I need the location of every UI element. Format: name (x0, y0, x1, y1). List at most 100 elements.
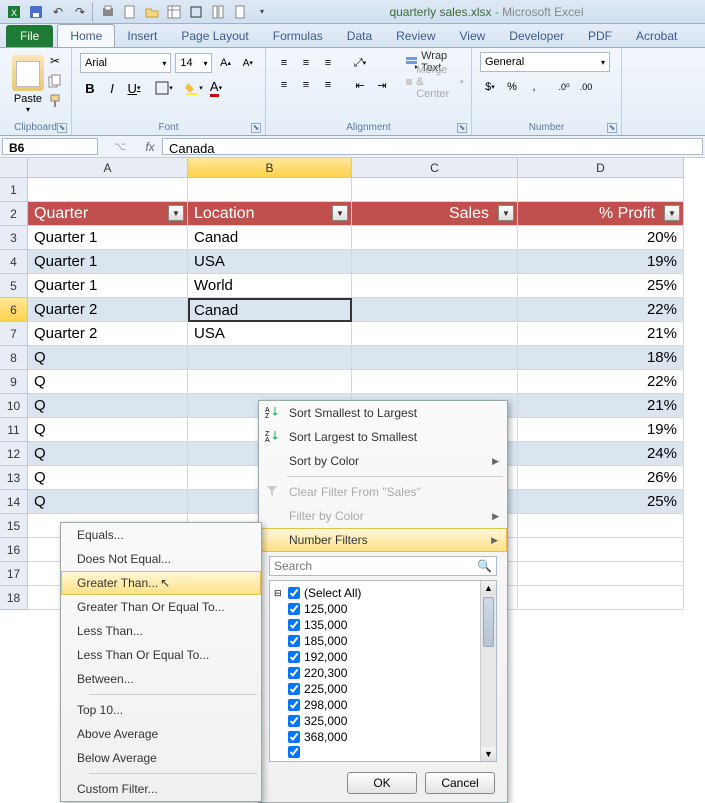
qat-dropdown-icon[interactable]: ▾ (252, 2, 272, 22)
greater-than-item[interactable]: Greater Than...↖ (61, 571, 261, 595)
check-item[interactable]: 135,000 (274, 617, 492, 633)
cell[interactable] (352, 250, 518, 274)
custom-filter-item[interactable]: Custom Filter... (61, 777, 261, 801)
number-format-select[interactable]: General▾ (480, 52, 610, 72)
fx-icon[interactable]: fx (140, 136, 160, 157)
row-header[interactable]: 12 (0, 442, 28, 466)
cell[interactable]: Quarter 1 (28, 250, 188, 274)
cell[interactable]: Q (28, 394, 188, 418)
col-header-b[interactable]: B (188, 158, 352, 178)
tab-developer[interactable]: Developer (497, 25, 576, 47)
tab-acrobat[interactable]: Acrobat (624, 25, 689, 47)
cell[interactable]: Q (28, 370, 188, 394)
check-item[interactable]: 185,000 (274, 633, 492, 649)
gte-item[interactable]: Greater Than Or Equal To... (61, 595, 261, 619)
tab-review[interactable]: Review (384, 25, 447, 47)
font-name-select[interactable]: Arial▾ (80, 53, 171, 73)
comma-icon[interactable]: , (524, 77, 544, 97)
cell[interactable] (28, 178, 188, 202)
row-header[interactable]: 4 (0, 250, 28, 274)
row-header[interactable]: 13 (0, 466, 28, 490)
col-header-a[interactable]: A (28, 158, 188, 178)
tab-view[interactable]: View (448, 25, 498, 47)
cell[interactable]: Canad (188, 226, 352, 250)
format-painter-icon[interactable] (46, 94, 64, 110)
align-bottom-icon[interactable]: ≡ (318, 53, 338, 73)
merge-center-button[interactable]: Merge & Center▾ (400, 72, 469, 92)
tab-data[interactable]: Data (335, 25, 384, 47)
cell[interactable] (188, 178, 352, 202)
row-header[interactable]: 18 (0, 586, 28, 610)
checkbox[interactable] (288, 683, 300, 695)
filter-button-icon[interactable]: ▼ (168, 205, 184, 221)
row-header[interactable]: 9 (0, 370, 28, 394)
new-icon[interactable] (120, 2, 140, 22)
check-item[interactable]: 125,000 (274, 601, 492, 617)
cell[interactable]: 25% (518, 274, 684, 298)
cell[interactable]: Canad (188, 298, 352, 322)
name-box[interactable]: B6 (2, 138, 98, 155)
cell[interactable] (518, 178, 684, 202)
row-header[interactable]: 2 (0, 202, 28, 226)
scroll-down-icon[interactable]: ▼ (481, 747, 496, 761)
fill-color-button[interactable]: ▾ (184, 78, 204, 98)
italic-button[interactable]: I (102, 78, 122, 98)
table-header-location[interactable]: Location▼ (188, 202, 352, 226)
checkbox[interactable] (288, 667, 300, 679)
underline-button[interactable]: U▾ (124, 78, 144, 98)
copy-icon[interactable] (46, 74, 64, 90)
tab-file[interactable]: File (6, 25, 53, 47)
align-middle-icon[interactable]: ≡ (296, 53, 316, 73)
sort-desc-item[interactable]: ZASort Largest to Smallest (259, 425, 507, 449)
cell[interactable]: USA (188, 322, 352, 346)
filter-button-icon[interactable]: ▼ (332, 205, 348, 221)
check-item[interactable]: 298,000 (274, 697, 492, 713)
tab-page-layout[interactable]: Page Layout (169, 25, 260, 47)
row-header[interactable]: 14 (0, 490, 28, 514)
table-header-profit[interactable]: % Profit▼ (518, 202, 684, 226)
increase-indent-icon[interactable]: ⇥ (372, 75, 392, 95)
checkbox[interactable] (288, 731, 300, 743)
row-header[interactable]: 6 (0, 298, 28, 322)
cell[interactable] (188, 346, 352, 370)
check-item[interactable]: 225,000 (274, 681, 492, 697)
align-left-icon[interactable]: ≡ (274, 75, 294, 95)
cut-icon[interactable]: ✂ (46, 54, 64, 70)
increase-decimal-icon[interactable]: .0⁰ (554, 77, 574, 97)
row-header[interactable]: 10 (0, 394, 28, 418)
scrollbar-vertical[interactable]: ▲ ▼ (480, 581, 496, 761)
percent-icon[interactable]: % (502, 77, 522, 97)
font-expand-icon[interactable]: ⬊ (251, 123, 261, 133)
cell[interactable]: Q (28, 346, 188, 370)
cell[interactable]: 21% (518, 394, 684, 418)
sort-by-color-item[interactable]: Sort by Color▶ (259, 449, 507, 473)
cell[interactable] (188, 370, 352, 394)
tab-formulas[interactable]: Formulas (261, 25, 335, 47)
cell[interactable] (352, 298, 518, 322)
cell[interactable] (518, 538, 684, 562)
cell[interactable]: World (188, 274, 352, 298)
cell[interactable]: USA (188, 250, 352, 274)
filter-button-icon[interactable]: ▼ (498, 205, 514, 221)
font-color-button[interactable]: A▾ (206, 78, 226, 98)
tab-insert[interactable]: Insert (115, 25, 169, 47)
col-header-d[interactable]: D (518, 158, 684, 178)
bold-button[interactable]: B (80, 78, 100, 98)
save-icon[interactable] (26, 2, 46, 22)
row-header[interactable]: 15 (0, 514, 28, 538)
page-break-icon[interactable] (208, 2, 228, 22)
align-top-icon[interactable]: ≡ (274, 53, 294, 73)
row-header[interactable]: 17 (0, 562, 28, 586)
row-header[interactable]: 8 (0, 346, 28, 370)
open-icon[interactable] (142, 2, 162, 22)
checkbox[interactable] (288, 587, 300, 599)
cell[interactable] (352, 370, 518, 394)
check-item[interactable]: 325,000 (274, 713, 492, 729)
excel-icon[interactable]: X (4, 2, 24, 22)
row-header[interactable]: 3 (0, 226, 28, 250)
number-filters-item[interactable]: Number Filters▶ (259, 528, 507, 552)
font-size-select[interactable]: 14▾ (175, 53, 212, 73)
cell[interactable]: 19% (518, 418, 684, 442)
cell[interactable]: Q (28, 466, 188, 490)
cell[interactable]: 19% (518, 250, 684, 274)
